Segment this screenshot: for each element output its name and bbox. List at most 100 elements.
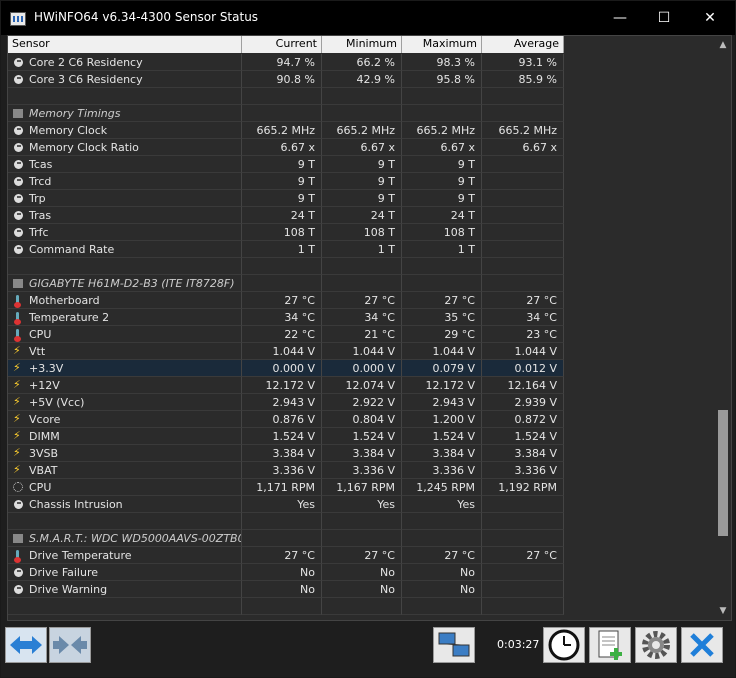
sensor-row[interactable]: Drive Warning No No No [8, 581, 564, 598]
column-header-minimum[interactable]: Minimum [322, 36, 402, 53]
sensor-status-window: HWiNFO64 v6.34-4300 Sensor Status — ☐ ✕ … [0, 0, 736, 678]
sensor-name: S.M.A.R.T.: WDC WD5000AAVS-00ZTB0 ... [8, 530, 242, 547]
maximum-value: 665.2 MHz [402, 122, 482, 139]
maximum-value: 1 T [402, 241, 482, 258]
settings-button[interactable] [635, 627, 677, 663]
sensor-row[interactable]: Trp 9 T9 T9 T [8, 190, 564, 207]
sensor-rows: Core 2 C6 Residency 94.7 % 66.2 % 98.3 % 93.… [8, 54, 564, 615]
column-header-current[interactable]: Current [242, 36, 322, 53]
sensor-row[interactable]: Memory Clock Ratio 6.67 x 6.67 x 6.67 x 6.67… [8, 139, 564, 156]
sensor-name: CPU [8, 326, 242, 343]
average-value: 1.044 V [482, 343, 564, 360]
minimum-value [322, 530, 402, 547]
reset-timer-button[interactable] [543, 627, 585, 663]
sensor-row[interactable]: ⚡ Vtt 1.044 V 1.044 V 1.044 V 1.044 V [8, 343, 564, 360]
sensor-row[interactable]: Drive Temperature 27 °C 27 °C 27 °C 27 °C [8, 547, 564, 564]
minimum-value: No [322, 564, 402, 581]
sensor-row[interactable]: CPU 22 °C 21 °C 29 °C 23 °C [8, 326, 564, 343]
sensor-row[interactable]: Core 2 C6 Residency 94.7 % 66.2 % 98.3 % 93.… [8, 54, 564, 71]
sensor-row[interactable]: ⚡ DIMM 1.524 V 1.524 V 1.524 V 1.524 V [8, 428, 564, 445]
current-value: 24 T [242, 207, 322, 224]
average-value: 27 °C [482, 547, 564, 564]
sensor-row[interactable]: ⚡ +12V 12.172 V 12.074 V 12.172 V 12.164 V [8, 377, 564, 394]
sensor-group-row[interactable]: S.M.A.R.T.: WDC WD5000AAVS-00ZTB0 ... [8, 530, 564, 547]
current-value [242, 275, 322, 292]
sensor-row[interactable]: Tcas 9 T9 T9 T [8, 156, 564, 173]
sensor-row[interactable]: Chassis Intrusion Yes Yes Yes [8, 496, 564, 513]
sensor-row[interactable]: ⚡ +3.3V 0.000 V 0.000 V 0.079 V 0.012 V [8, 360, 564, 377]
minimum-value: Yes [322, 496, 402, 513]
current-value: 1.044 V [242, 343, 322, 360]
average-value: 34 °C [482, 309, 564, 326]
sensor-row[interactable]: Core 3 C6 Residency 90.8 % 42.9 % 95.8 % 85.… [8, 71, 564, 88]
average-value [482, 496, 564, 513]
average-value [482, 241, 564, 258]
layout-collapse-button[interactable] [49, 627, 91, 663]
sensor-row[interactable]: Drive Failure No No No [8, 564, 564, 581]
title-bar[interactable]: HWiNFO64 v6.34-4300 Sensor Status — ☐ ✕ [1, 1, 735, 35]
close-button[interactable]: ✕ [687, 1, 733, 35]
logging-button[interactable] [589, 627, 631, 663]
sensor-row[interactable]: ⚡ VBAT 3.336 V 3.336 V 3.336 V 3.336 V [8, 462, 564, 479]
maximum-value: 0.079 V [402, 360, 482, 377]
current-value: 9 T [242, 156, 322, 173]
layout-expand-button[interactable] [5, 627, 47, 663]
column-header-sensor[interactable]: Sensor [8, 36, 242, 53]
sensor-group-row[interactable]: Memory Timings [8, 105, 564, 122]
sensor-row[interactable]: Trcd 9 T9 T9 T [8, 173, 564, 190]
maximum-value: 1.524 V [402, 428, 482, 445]
sensor-name: Temperature 2 [8, 309, 242, 326]
scroll-up-arrow-icon[interactable]: ▲ [716, 38, 730, 52]
current-value [242, 530, 322, 547]
minimum-value [322, 275, 402, 292]
sensor-name: Core 3 C6 Residency [8, 71, 242, 88]
column-header-average[interactable]: Average [482, 36, 564, 53]
average-value: 1,192 RPM [482, 479, 564, 496]
minimum-value: 0.804 V [322, 411, 402, 428]
minimum-value [322, 258, 402, 275]
current-value: 3.384 V [242, 445, 322, 462]
sensor-group-row[interactable]: GIGABYTE H61M-D2-B3 (ITE IT8728F) [8, 275, 564, 292]
maximum-value [402, 530, 482, 547]
scroll-down-arrow-icon[interactable]: ▼ [716, 604, 730, 618]
sensor-row[interactable]: ⚡ +5V (Vcc) 2.943 V 2.922 V 2.943 V 2.939 V [8, 394, 564, 411]
minimum-value: 42.9 % [322, 71, 402, 88]
sensor-row[interactable]: Memory Clock 665.2 MHz 665.2 MHz 665.2 MHz 6… [8, 122, 564, 139]
column-header-maximum[interactable]: Maximum [402, 36, 482, 53]
sensor-row[interactable]: ⚡ 3VSB 3.384 V 3.384 V 3.384 V 3.384 V [8, 445, 564, 462]
average-value [482, 258, 564, 275]
scrollbar-thumb[interactable] [718, 410, 728, 536]
exit-button[interactable] [681, 627, 723, 663]
sensor-row[interactable]: Tras 24 T 24 T 24 T [8, 207, 564, 224]
minimize-button[interactable]: — [597, 1, 643, 35]
current-value: 22 °C [242, 326, 322, 343]
minimum-value: 1.044 V [322, 343, 402, 360]
current-value: 1,171 RPM [242, 479, 322, 496]
minimum-value: 66.2 % [322, 54, 402, 71]
network-button[interactable] [433, 627, 475, 663]
current-value: 34 °C [242, 309, 322, 326]
average-value: 27 °C [482, 292, 564, 309]
maximum-value: 2.943 V [402, 394, 482, 411]
minimum-value [322, 105, 402, 122]
current-value: 9 T [242, 173, 322, 190]
sensor-row[interactable]: Motherboard 27 °C 27 °C 27 °C 27 °C [8, 292, 564, 309]
sensor-name: VBAT [8, 462, 242, 479]
current-value [242, 105, 322, 122]
sensor-row[interactable]: CPU 1,171 RPM 1,167 RPM 1,245 RPM 1,192 RPM [8, 479, 564, 496]
hwinfo-app-icon [10, 12, 26, 26]
vertical-scrollbar[interactable]: ▲ ▼ [716, 36, 730, 620]
maximize-button[interactable]: ☐ [641, 1, 687, 35]
sensor-name: +12V [8, 377, 242, 394]
sensor-row[interactable]: ⚡ Vcore 0.876 V 0.804 V 1.200 V 0.872 V [8, 411, 564, 428]
minimum-value: 12.074 V [322, 377, 402, 394]
sensor-row[interactable]: Command Rate 1 T1 T1 T [8, 241, 564, 258]
sensor-row[interactable]: Temperature 2 34 °C 34 °C 35 °C 34 °C [8, 309, 564, 326]
window-title: HWiNFO64 v6.34-4300 Sensor Status [34, 10, 259, 24]
sensor-name: GIGABYTE H61M-D2-B3 (ITE IT8728F) [8, 275, 242, 292]
maximum-value: 108 T [402, 224, 482, 241]
average-value: 0.872 V [482, 411, 564, 428]
minimum-value: 3.384 V [322, 445, 402, 462]
sensor-row[interactable]: Trfc 108 T 108 T 108 T [8, 224, 564, 241]
current-value: 0.000 V [242, 360, 322, 377]
